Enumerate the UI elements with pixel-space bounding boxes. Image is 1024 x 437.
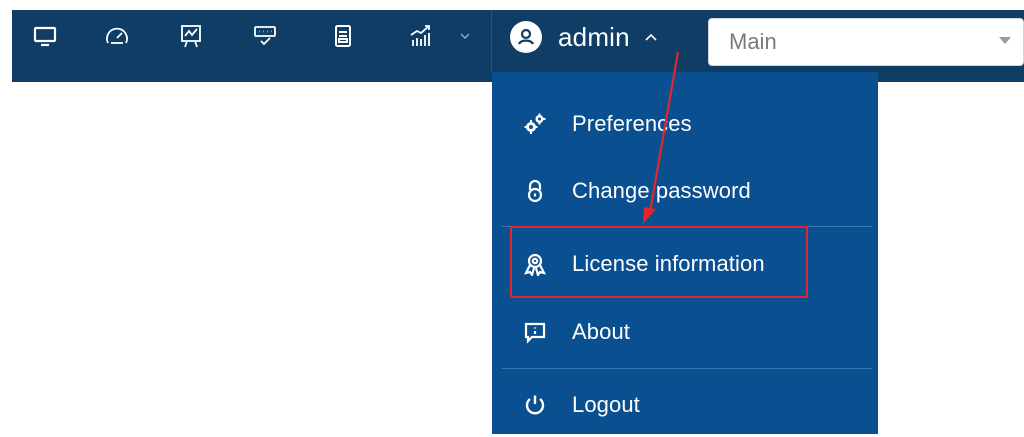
menu-separator <box>502 368 872 369</box>
view-select[interactable]: Main <box>708 18 1024 66</box>
menu-item-label: Preferences <box>572 111 692 136</box>
presentation-chart-icon[interactable] <box>174 22 208 50</box>
menu-separator <box>502 226 872 227</box>
menu-item-label: Logout <box>572 392 640 417</box>
menu-item-about[interactable]: About <box>492 300 878 364</box>
menu-item-change-password[interactable]: Change password <box>492 159 878 223</box>
info-box-icon <box>522 319 548 345</box>
chevron-up-icon <box>645 33 657 41</box>
menu-item-license-information[interactable]: License information <box>492 232 878 296</box>
statistics-chevron-down-icon[interactable] <box>460 31 470 41</box>
view-select-value: Main <box>729 29 777 54</box>
menu-item-label: About <box>572 319 630 344</box>
menu-item-preferences[interactable]: Preferences <box>492 92 878 156</box>
menu-item-label: Change password <box>572 178 751 203</box>
user-dropdown-menu: Preferences Change password License info… <box>492 72 878 434</box>
user-name: admin <box>558 21 630 52</box>
document-icon[interactable] <box>326 22 360 50</box>
gears-icon <box>522 111 548 137</box>
nav-divider <box>491 10 492 72</box>
speedometer-icon[interactable] <box>100 22 134 50</box>
user-avatar-icon <box>510 21 542 53</box>
user-menu-toggle[interactable]: admin <box>505 16 695 58</box>
menu-item-logout[interactable]: Logout <box>492 373 878 437</box>
statistics-icon[interactable] <box>404 22 438 50</box>
lock-icon <box>522 178 548 204</box>
menu-item-label: License information <box>572 251 765 276</box>
award-ribbon-icon <box>522 251 548 277</box>
power-icon <box>522 392 548 418</box>
keyboard-check-icon[interactable] <box>248 22 282 50</box>
select-caret-icon <box>999 37 1011 44</box>
monitor-icon[interactable] <box>28 22 62 50</box>
